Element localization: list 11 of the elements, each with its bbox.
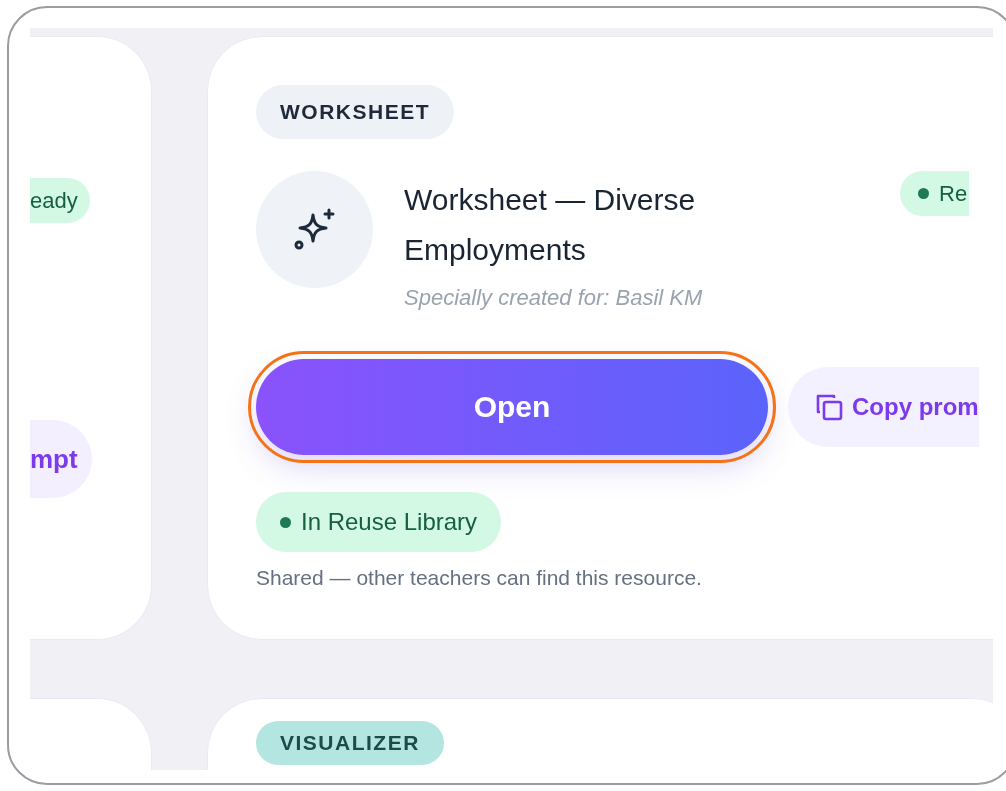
library-badge: In Reuse Library	[256, 492, 502, 552]
shared-caption: Shared — other teachers can find this resource.	[256, 566, 702, 590]
status-badge: eady	[30, 178, 90, 223]
copy-prompt-button[interactable]: Copy prom	[788, 367, 979, 447]
created-for-text: Specially created for: Basil KM	[404, 285, 704, 311]
prompt-button[interactable]: mpt	[30, 420, 92, 498]
resource-title: Worksheet — Diverse Employments	[404, 182, 697, 268]
status-badge: Re	[900, 171, 970, 216]
copy-icon	[814, 392, 844, 422]
type-badge: WORKSHEET	[256, 85, 454, 139]
type-badge: VISUALIZER	[256, 721, 444, 765]
